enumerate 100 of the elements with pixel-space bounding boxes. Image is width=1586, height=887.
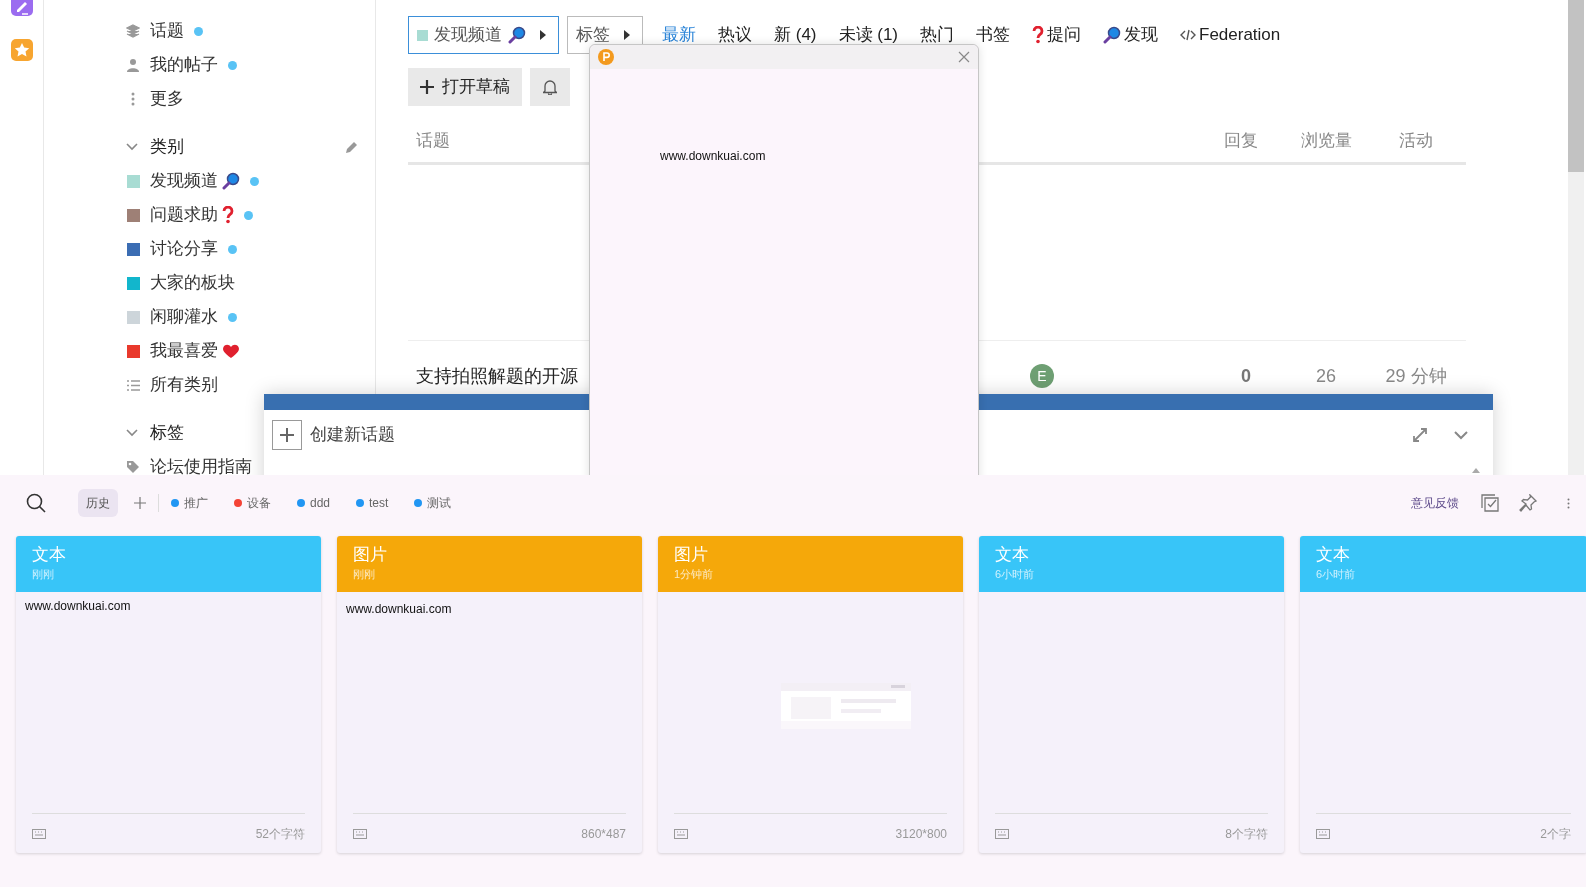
activity-time[interactable]: 29 分钟 xyxy=(1366,362,1466,390)
card-info: 8个字符 xyxy=(1225,825,1268,843)
nav-tab[interactable]: 提问 xyxy=(1021,22,1092,48)
plus-icon xyxy=(280,428,294,442)
section-title[interactable]: 类别 xyxy=(150,134,345,160)
magnifier-icon xyxy=(508,26,526,44)
pin-button[interactable] xyxy=(1519,494,1537,512)
nav-tab[interactable]: 书签 xyxy=(965,22,1021,48)
keyboard-icon xyxy=(995,828,1009,839)
question-icon xyxy=(1032,26,1044,44)
category-link[interactable]: 闲聊灌水 xyxy=(150,304,218,330)
category-link[interactable]: 我最喜爱 xyxy=(150,338,218,364)
card-content: www.downkuai.com xyxy=(25,598,132,615)
composer-title: 创建新话题 xyxy=(310,424,396,447)
card-type: 图片 xyxy=(353,544,388,566)
card-type: 文本 xyxy=(32,544,67,566)
notification-button[interactable] xyxy=(530,68,570,106)
heart-icon xyxy=(222,343,240,359)
more-icon xyxy=(1567,497,1570,509)
history-button[interactable]: 历史 xyxy=(78,489,118,517)
more-button[interactable] xyxy=(1567,497,1570,509)
category-link[interactable]: 发现频道 xyxy=(150,168,218,194)
pin-icon xyxy=(1519,494,1537,512)
list-icon xyxy=(126,379,140,391)
card-info: 860*487 xyxy=(581,825,626,843)
topic-title[interactable]: 支持拍照解题的开源 xyxy=(408,362,578,390)
card-time: 6小时前 xyxy=(995,567,1036,582)
tag-filter[interactable]: 推广 xyxy=(171,494,208,512)
nav-tab[interactable]: 热门 xyxy=(909,22,965,48)
keyboard-icon xyxy=(674,828,688,839)
checklist-button[interactable] xyxy=(1481,494,1499,512)
add-button[interactable] xyxy=(272,420,302,450)
plus-icon xyxy=(134,497,146,509)
keyboard-icon xyxy=(32,828,46,839)
category-link[interactable]: 问题求助 xyxy=(150,202,218,228)
keyboard-icon xyxy=(1316,828,1330,839)
open-draft-button[interactable]: 打开草稿 xyxy=(408,68,522,106)
card-time: 1分钟前 xyxy=(674,567,715,582)
tag-filter[interactable]: test xyxy=(356,494,389,512)
layers-icon xyxy=(126,24,140,38)
filter-dropdown[interactable]: 发现频道 xyxy=(408,16,559,54)
category-link[interactable]: 大家的板块 xyxy=(150,270,235,296)
pencil-icon xyxy=(345,140,358,154)
card-info: 52个字符 xyxy=(255,825,305,843)
card-info: 3120*800 xyxy=(895,825,947,843)
search-icon xyxy=(26,493,46,513)
sidebar-link[interactable]: 我的帖子 xyxy=(150,52,218,78)
more-icon xyxy=(131,92,135,106)
card-time: 刚刚 xyxy=(353,567,376,582)
search-button[interactable] xyxy=(26,493,46,513)
tag-icon xyxy=(126,460,140,474)
close-button[interactable] xyxy=(958,51,970,63)
caret-icon xyxy=(624,30,630,40)
column-header[interactable]: 浏览量 xyxy=(1286,128,1366,154)
clip-card[interactable]: 图片 刚刚 www.downkuai.com 860*487 xyxy=(337,536,642,853)
pen-icon xyxy=(10,0,33,16)
add-tag-button[interactable] xyxy=(134,497,146,509)
nav-tab[interactable]: 发现 xyxy=(1092,22,1169,48)
card-type: 图片 xyxy=(674,544,709,566)
plus-icon xyxy=(420,80,434,94)
nav-tab[interactable]: 未读 (1) xyxy=(827,22,909,48)
caret-icon xyxy=(540,30,546,40)
nav-tab[interactable]: Federation xyxy=(1169,22,1292,48)
feedback-link[interactable]: 意见反馈 xyxy=(1411,494,1459,512)
column-header[interactable]: 回复 xyxy=(1196,128,1286,154)
question-icon xyxy=(222,206,234,224)
card-type: 文本 xyxy=(995,544,1030,566)
card-info: 2个字 xyxy=(1540,825,1571,843)
magnifier-icon xyxy=(222,172,240,190)
column-header[interactable]: 活动 xyxy=(1366,128,1466,154)
tag-filter[interactable]: 设备 xyxy=(234,494,271,512)
app-logo-icon xyxy=(598,49,614,65)
card-content: www.downkuai.com xyxy=(346,601,453,618)
close-icon xyxy=(958,51,970,63)
keyboard-icon xyxy=(353,828,367,839)
sidebar-link[interactable]: 更多 xyxy=(150,86,184,112)
nav-tab[interactable]: 最新 xyxy=(651,22,707,48)
card-time: 刚刚 xyxy=(32,567,55,582)
nav-tab[interactable]: 新 (4) xyxy=(763,22,828,48)
nav-tab[interactable]: 热议 xyxy=(707,22,763,48)
sidebar-link[interactable]: 话题 xyxy=(150,18,184,44)
reply-count: 0 xyxy=(1240,364,1252,388)
scrollbar[interactable] xyxy=(1568,0,1584,475)
category-link[interactable]: 讨论分享 xyxy=(150,236,218,262)
view-count: 26 xyxy=(1315,364,1337,388)
checkbox-icon xyxy=(1481,494,1499,512)
chevron-icon xyxy=(1454,430,1468,440)
user-icon xyxy=(127,58,139,72)
code-icon xyxy=(1180,29,1196,41)
clip-card[interactable]: 文本 刚刚 www.downkuai.com 52个字符 xyxy=(16,536,321,853)
category-link[interactable]: 所有类别 xyxy=(150,372,218,398)
bell-icon xyxy=(543,79,557,95)
magnifier-icon xyxy=(1103,26,1121,44)
tag-filter[interactable]: 测试 xyxy=(414,494,452,512)
card-time: 6小时前 xyxy=(1316,567,1357,582)
tag-filter[interactable]: ddd xyxy=(297,494,331,512)
expand-icon xyxy=(1412,427,1428,443)
column-header: 话题 xyxy=(415,130,451,152)
popup-text: www.downkuai.com xyxy=(660,148,767,165)
card-type: 文本 xyxy=(1316,544,1351,566)
